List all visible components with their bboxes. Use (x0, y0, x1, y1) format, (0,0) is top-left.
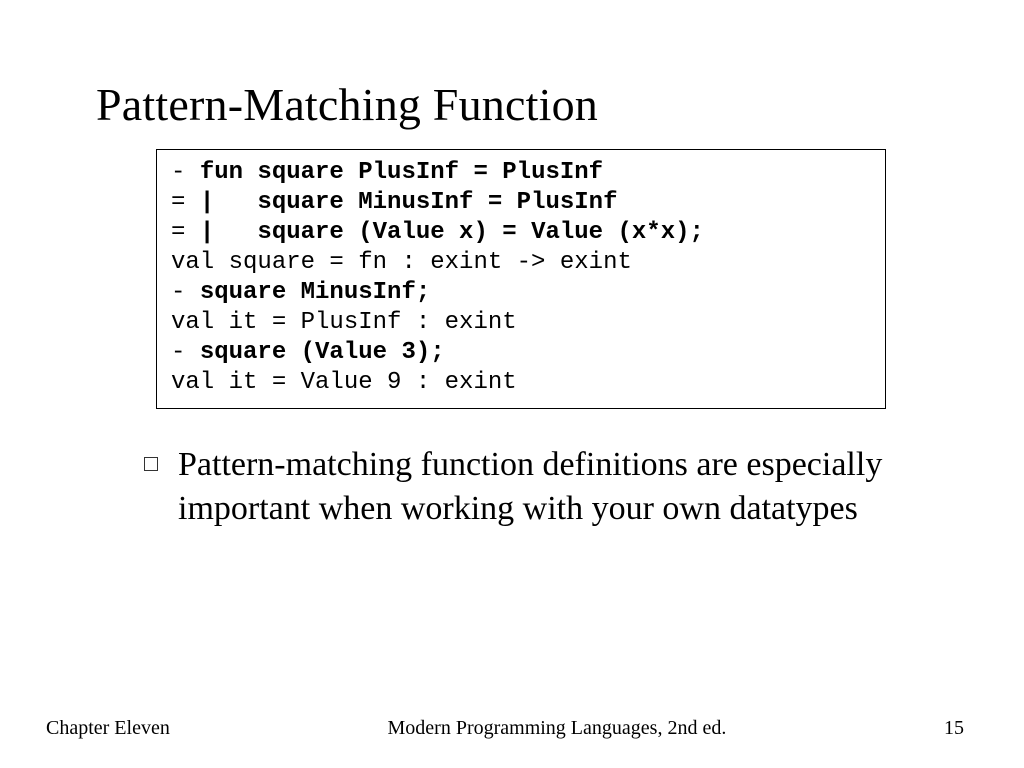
bullet-item: Pattern-matching function definitions ar… (144, 443, 928, 531)
code-line: - square (Value 3); (171, 339, 445, 366)
footer-center: Modern Programming Languages, 2nd ed. (210, 717, 904, 740)
footer: Chapter Eleven Modern Programming Langua… (0, 717, 1024, 740)
code-line: = | square (Value x) = Value (x*x); (171, 219, 704, 246)
bullet-text: Pattern-matching function definitions ar… (178, 443, 928, 531)
footer-left: Chapter Eleven (46, 717, 210, 740)
code-box: - fun square PlusInf = PlusInf = | squar… (156, 149, 886, 409)
code-line: - square MinusInf; (171, 279, 430, 306)
code-line: val it = Value 9 : exint (171, 369, 517, 396)
code-line: = | square MinusInf = PlusInf (171, 189, 617, 216)
code-line: val square = fn : exint -> exint (171, 249, 632, 276)
bullet-icon (144, 457, 158, 471)
code-line: - fun square PlusInf = PlusInf (171, 159, 603, 186)
slide-title: Pattern-Matching Function (96, 78, 928, 131)
footer-right: 15 (904, 717, 964, 740)
code-line: val it = PlusInf : exint (171, 309, 517, 336)
slide: Pattern-Matching Function - fun square P… (0, 0, 1024, 768)
bullet-list: Pattern-matching function definitions ar… (144, 443, 928, 531)
